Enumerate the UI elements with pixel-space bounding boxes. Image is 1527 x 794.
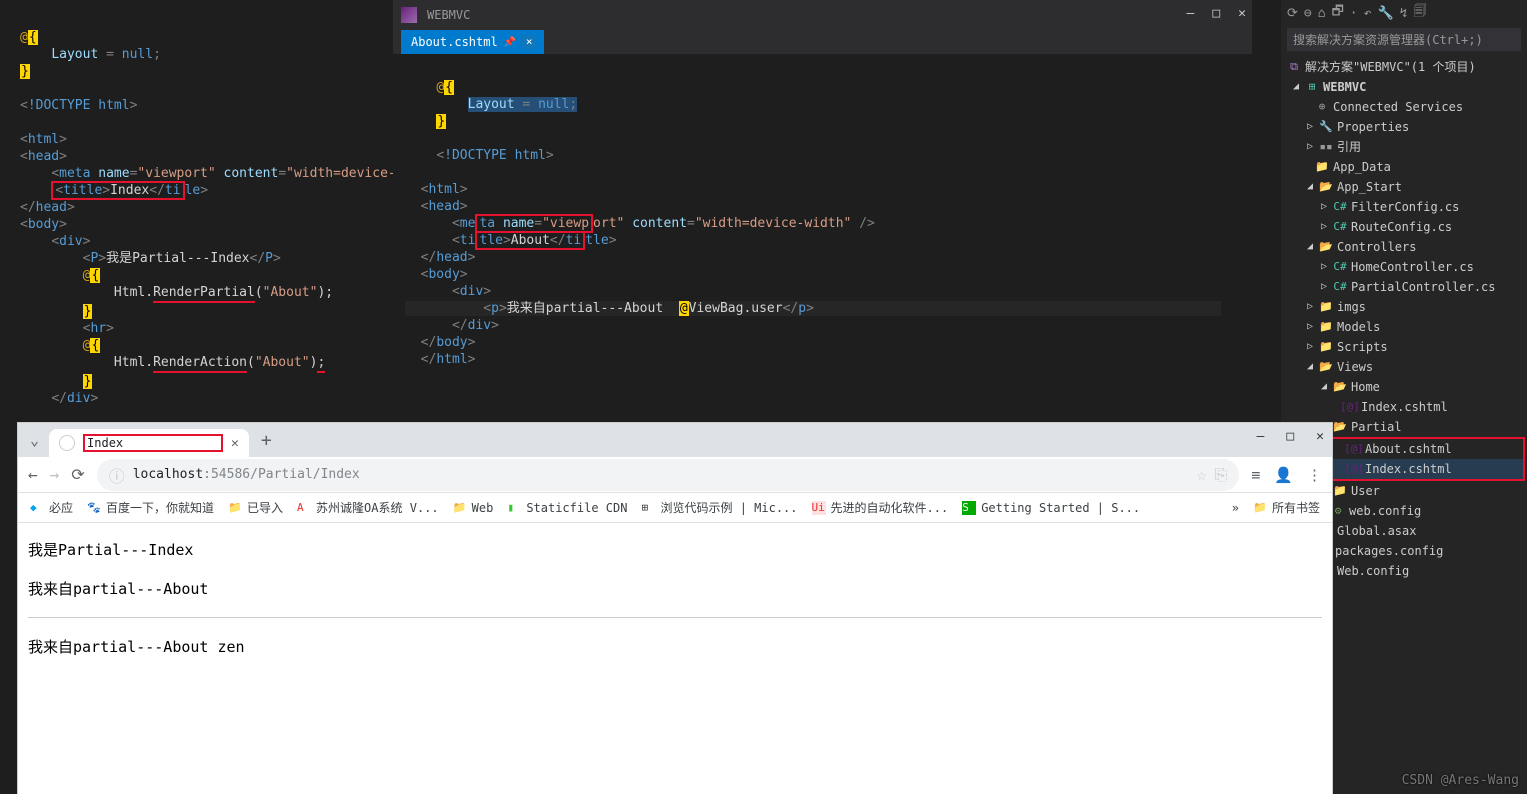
vs-title: WEBMVC [427, 8, 470, 22]
bookmarks-bar: ◆必应 🐾百度一下，你就知道 📁已导入 A苏州诚隆OA系统 V... 📁Web … [18, 493, 1332, 523]
browser-tab-index[interactable]: Index ✕ [49, 429, 249, 457]
imgs-folder[interactable]: ▷📁imgs [1281, 297, 1527, 317]
sol-search[interactable]: 搜索解决方案资源管理器(Ctrl+;) [1287, 28, 1521, 51]
extensions-icon[interactable]: ≡ [1251, 466, 1260, 484]
url-text: localhost:54586/Partial/Index [133, 467, 360, 482]
bm-ui[interactable]: Ui先进的自动化软件... [812, 499, 949, 516]
code-block-index: @{ Layout = null; } <!DOCTYPE html> <htm… [8, 4, 385, 432]
url-input[interactable]: ⓘ localhost:54586/Partial/Index ☆ ⎘ [97, 459, 1240, 491]
scripts-folder[interactable]: ▷📁Scripts [1281, 337, 1527, 357]
browser-close-button[interactable]: ✕ [1316, 429, 1324, 444]
back-button[interactable]: ← [28, 465, 38, 484]
tab-about-cshtml[interactable]: About.cshtml 📌 × [401, 30, 544, 54]
controllers-folder[interactable]: ◢📂Controllers [1281, 237, 1527, 257]
pin-icon[interactable]: 📌 [504, 37, 516, 48]
bm-gs[interactable]: SGetting Started | S... [962, 501, 1140, 515]
vs-titlebar: WEBMVC — □ ✕ [393, 0, 1252, 30]
tab-search-icon[interactable]: ⌄ [24, 431, 45, 449]
tab-title: Index [83, 434, 223, 452]
bm-baidu[interactable]: 🐾百度一下，你就知道 [87, 499, 214, 516]
sol-toolbar: ⟳ ⊖ ⌂ 🗗 · ↶ 🔧 ↯ 🗐 [1281, 0, 1527, 26]
menu-icon[interactable]: ⋮ [1307, 466, 1322, 484]
content-divider [28, 617, 1322, 618]
bm-bing[interactable]: ◆必应 [30, 499, 73, 516]
page-content: 我是Partial---Index 我来自partial---About 我来自… [18, 523, 1332, 691]
sln-root[interactable]: ⧉解决方案"WEBMVC"(1 个项目) [1281, 57, 1527, 77]
editor-tabs: About.cshtml 📌 × [393, 30, 1252, 54]
forward-button[interactable]: → [50, 465, 60, 484]
browser-tabstrip: ⌄ Index ✕ + — □ ✕ [18, 423, 1332, 457]
reload-button[interactable]: ⟳ [71, 465, 84, 484]
install-icon[interactable]: ⎘ [1214, 465, 1227, 485]
watermark: CSDN @Ares-Wang [1402, 773, 1519, 788]
star-icon[interactable]: ☆ [1197, 465, 1207, 484]
content-line-2: 我来自partial---About [28, 578, 1322, 599]
tab-label: About.cshtml [411, 35, 498, 49]
props-icon[interactable]: ↯ [1400, 6, 1408, 21]
filterconfig-file[interactable]: ▷C#FilterConfig.cs [1281, 197, 1527, 217]
wrench-icon[interactable]: 🔧 [1377, 6, 1393, 21]
bm-overflow[interactable]: » [1232, 501, 1239, 515]
collapse-icon[interactable]: ⊖ [1304, 6, 1312, 21]
site-info-icon[interactable]: ⓘ [109, 463, 125, 487]
browser-window: ⌄ Index ✕ + — □ ✕ ← → ⟳ ⓘ localhost:5458… [18, 423, 1332, 794]
routeconfig-file[interactable]: ▷C#RouteConfig.cs [1281, 217, 1527, 237]
homecontroller-file[interactable]: ▷C#HomeController.cs [1281, 257, 1527, 277]
vs-logo-icon [401, 7, 417, 23]
tab-close-button[interactable]: ✕ [231, 436, 239, 451]
bm-staticfile[interactable]: ▮Staticfile CDN [507, 501, 627, 515]
browser-minimize-button[interactable]: — [1257, 429, 1265, 444]
home-index-file[interactable]: [@]Index.cshtml [1281, 397, 1527, 417]
favicon-icon [59, 435, 75, 451]
profile-icon[interactable]: 👤 [1274, 466, 1293, 484]
bm-oa[interactable]: A苏州诚隆OA系统 V... [297, 499, 439, 516]
home-folder[interactable]: ◢📂Home [1281, 377, 1527, 397]
partialcontroller-file[interactable]: ▷C#PartialController.cs [1281, 277, 1527, 297]
address-bar: ← → ⟳ ⓘ localhost:54586/Partial/Index ☆ … [18, 457, 1332, 493]
maximize-button[interactable]: □ [1212, 6, 1220, 21]
views-folder[interactable]: ◢📂Views [1281, 357, 1527, 377]
editor-right: WEBMVC — □ ✕ About.cshtml 📌 × @{ Layout … [393, 0, 1252, 423]
connected-services[interactable]: ⊕Connected Services [1281, 97, 1527, 117]
browser-maximize-button[interactable]: □ [1286, 429, 1294, 444]
editor-left: @{ Layout = null; } <!DOCTYPE html> <htm… [0, 0, 393, 423]
references-node[interactable]: ▷▪▪引用 [1281, 137, 1527, 157]
appstart-folder[interactable]: ◢📂App_Start [1281, 177, 1527, 197]
close-tab-button[interactable]: × [522, 35, 536, 49]
code-block-about: @{ Layout = null; } <!DOCTYPE html> <htm… [393, 54, 1252, 393]
new-tab-button[interactable]: + [253, 430, 280, 451]
properties-node[interactable]: ▷🔧Properties [1281, 117, 1527, 137]
bm-all[interactable]: 📁所有书签 [1253, 499, 1320, 516]
home-icon[interactable]: ⌂ [1318, 6, 1326, 21]
bm-ms[interactable]: ⊞浏览代码示例 | Mic... [641, 499, 797, 516]
refresh-icon[interactable]: ⟳ [1287, 6, 1298, 21]
sync-icon[interactable]: 🗗 [1332, 2, 1344, 24]
content-line-3: 我来自partial---About zen [28, 636, 1322, 657]
minimize-button[interactable]: — [1187, 6, 1195, 21]
bm-web[interactable]: 📁Web [453, 501, 494, 515]
copy-icon[interactable]: 🗐 [1413, 2, 1426, 24]
models-folder[interactable]: ▷📁Models [1281, 317, 1527, 337]
close-button[interactable]: ✕ [1238, 6, 1246, 21]
project-node[interactable]: ◢⊞WEBMVC [1281, 77, 1527, 97]
bm-imported[interactable]: 📁已导入 [228, 499, 283, 516]
appdata-folder[interactable]: 📁App_Data [1281, 157, 1527, 177]
content-line-1: 我是Partial---Index [28, 539, 1322, 560]
back-icon[interactable]: ↶ [1364, 6, 1372, 21]
